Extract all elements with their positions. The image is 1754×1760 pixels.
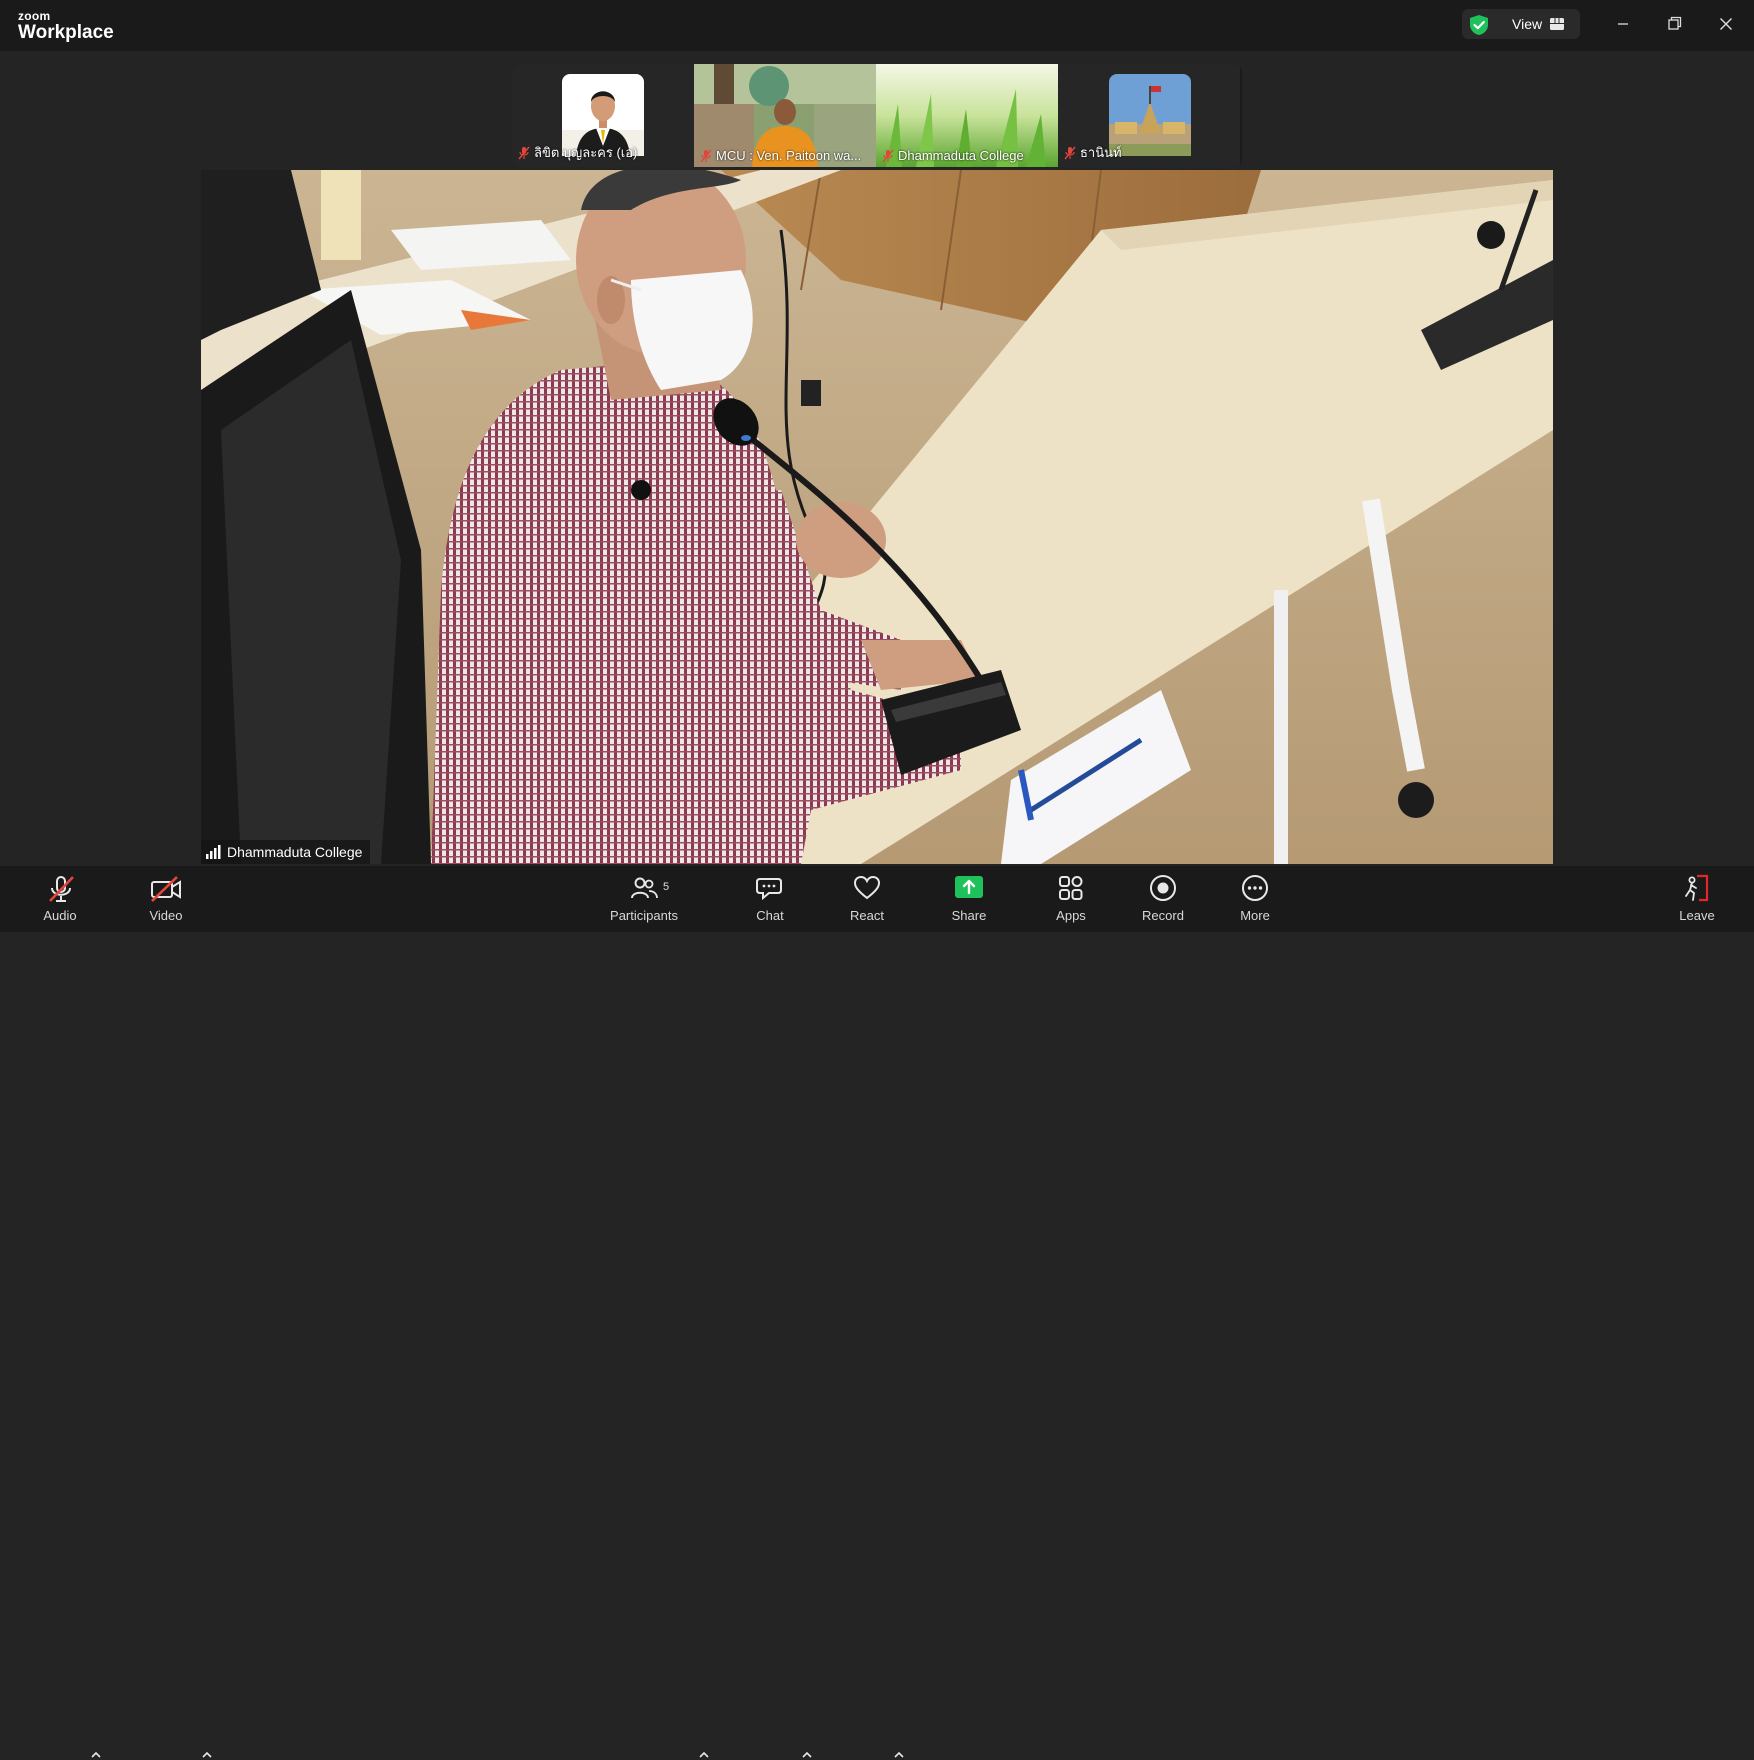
chat-options-chevron-up-icon[interactable] xyxy=(801,1750,813,1760)
close-icon[interactable] xyxy=(1713,12,1739,36)
mic-muted-icon xyxy=(700,149,712,162)
participant-name: ลิขิต บุญละคร (เอ) xyxy=(534,145,638,160)
record-button[interactable]: Record xyxy=(1133,866,1193,932)
mic-muted-icon xyxy=(882,149,894,162)
meeting-toolbar: Audio Video 5 Participants Chat React Sh… xyxy=(0,866,1754,1758)
leave-icon xyxy=(1685,874,1709,902)
gallery-tile[interactable]: ธานินท์ xyxy=(1058,64,1240,167)
apps-icon xyxy=(1059,876,1083,900)
view-label: View xyxy=(1512,16,1543,32)
heart-icon xyxy=(853,875,881,900)
participant-nameplate: ธานินท์ xyxy=(1064,142,1122,163)
participant-nameplate: Dhammaduta College xyxy=(882,148,1024,163)
participant-nameplate: ลิขิต บุญละคร (เอ) xyxy=(518,142,637,163)
more-icon xyxy=(1242,875,1268,901)
chat-icon xyxy=(756,878,782,901)
brand-small: zoom xyxy=(18,9,51,23)
share-button[interactable]: Share xyxy=(939,866,999,932)
brand-big: Workplace xyxy=(18,22,114,43)
participant-name: MCU : Ven. Paitoon wa... xyxy=(716,148,862,163)
participants-icon xyxy=(631,877,658,899)
record-label: Record xyxy=(1142,908,1184,923)
speaker-name-tag: Dhammaduta College xyxy=(201,840,371,864)
speaker-video-frame xyxy=(201,170,1553,864)
participants-count: 5 xyxy=(663,881,670,893)
gallery-tile[interactable]: Dhammaduta College xyxy=(876,64,1058,167)
connection-strength-icon xyxy=(206,845,221,859)
gallery-tile[interactable]: ลิขิต บุญละคร (เอ) xyxy=(512,64,694,167)
chat-label: Chat xyxy=(756,908,784,923)
participants-options-chevron-up-icon[interactable] xyxy=(698,1750,710,1760)
more-label: More xyxy=(1240,908,1270,923)
mic-muted-icon xyxy=(518,146,530,159)
chat-button[interactable]: Chat xyxy=(740,866,800,932)
react-label: React xyxy=(850,908,884,923)
audio-button[interactable]: Audio xyxy=(30,866,90,932)
video-options-chevron-up-icon[interactable] xyxy=(201,1750,213,1760)
more-button[interactable]: More xyxy=(1225,866,1285,932)
share-screen-icon xyxy=(955,876,983,898)
security-shield-icon[interactable] xyxy=(1468,14,1490,36)
minimize-icon[interactable] xyxy=(1610,12,1636,36)
react-options-chevron-up-icon[interactable] xyxy=(893,1750,905,1760)
participant-name: Dhammaduta College xyxy=(898,148,1024,163)
apps-label: Apps xyxy=(1056,908,1086,923)
video-label: Video xyxy=(149,908,183,923)
gallery-tile[interactable]: MCU : Ven. Paitoon wa... xyxy=(694,64,876,167)
grid-view-icon xyxy=(1550,18,1564,30)
gallery-strip: ลิขิต บุญละคร (เอ) MCU : Ven. Paitoon wa… xyxy=(512,64,1242,167)
restore-icon[interactable] xyxy=(1661,12,1687,36)
video-button[interactable]: Video xyxy=(136,866,196,932)
mic-muted-icon xyxy=(49,876,74,902)
video-off-icon xyxy=(151,876,181,902)
audio-label: Audio xyxy=(43,908,77,923)
participant-nameplate: MCU : Ven. Paitoon wa... xyxy=(700,148,861,163)
mic-muted-icon xyxy=(1064,146,1076,159)
record-icon xyxy=(1150,875,1176,901)
participants-label: Participants xyxy=(610,908,678,923)
title-bar: zoom Workplace View xyxy=(0,0,1754,51)
react-button[interactable]: React xyxy=(837,866,897,932)
audio-options-chevron-up-icon[interactable] xyxy=(90,1750,102,1760)
share-label: Share xyxy=(951,908,987,923)
main-speaker-video xyxy=(201,170,1553,864)
leave-label: Leave xyxy=(1679,908,1715,923)
participants-button[interactable]: 5 Participants xyxy=(600,866,688,932)
participant-name: ธานินท์ xyxy=(1080,145,1122,160)
apps-button[interactable]: Apps xyxy=(1041,866,1101,932)
speaker-name: Dhammaduta College xyxy=(227,844,363,860)
zoom-workplace-logo: zoom Workplace xyxy=(18,10,114,42)
leave-button[interactable]: Leave xyxy=(1667,866,1727,932)
